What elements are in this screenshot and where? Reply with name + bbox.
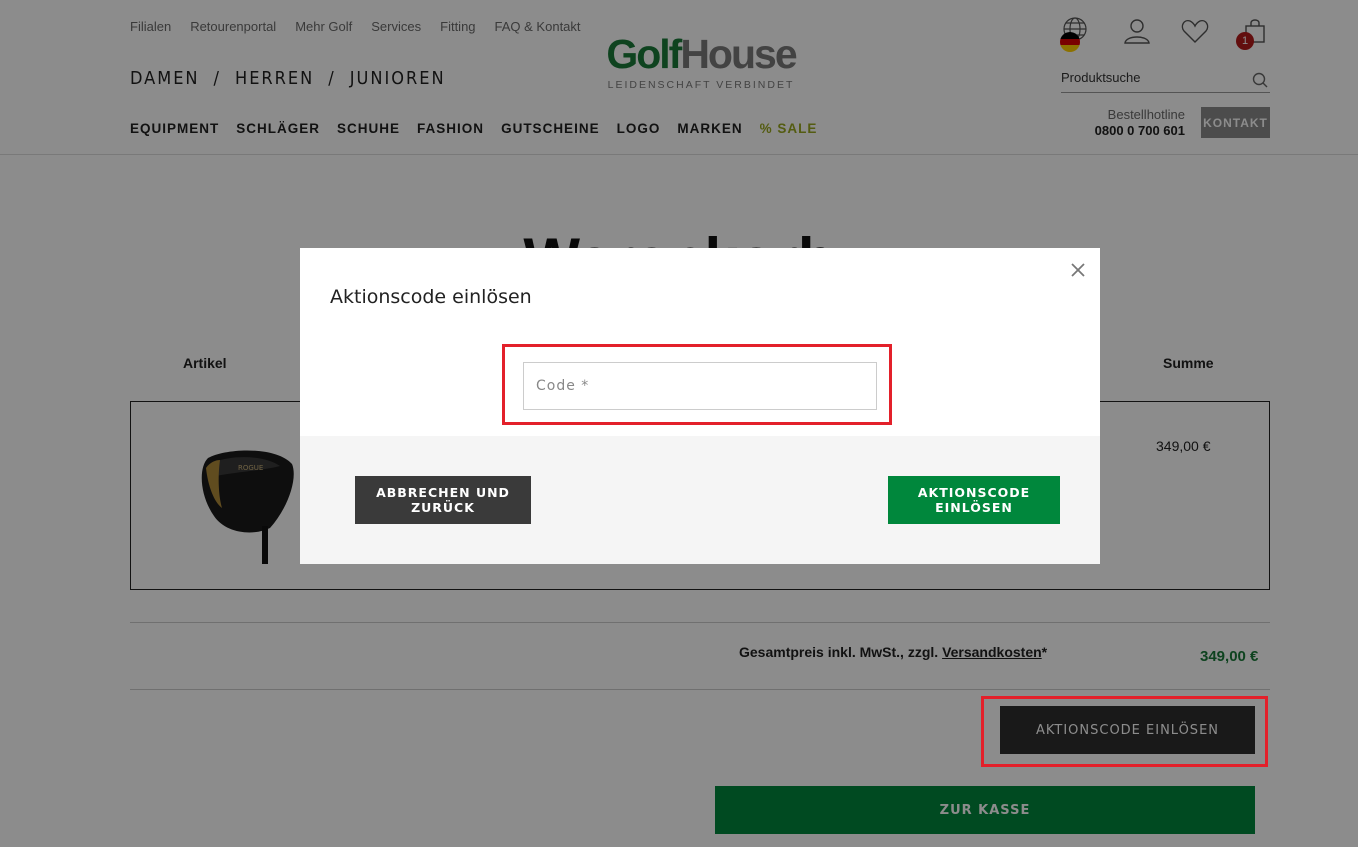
redeem-code-button[interactable]: AKTIONSCODE EINLÖSEN: [888, 476, 1060, 524]
promo-code-modal: Aktionscode einlösen ABBRECHEN UND ZURÜC…: [300, 248, 1100, 564]
highlight-code-input: [502, 344, 892, 425]
cancel-button[interactable]: ABBRECHEN UND ZURÜCK: [355, 476, 531, 524]
modal-title: Aktionscode einlösen: [330, 286, 532, 308]
highlight-promo-button: [981, 696, 1268, 767]
modal-footer: ABBRECHEN UND ZURÜCK AKTIONSCODE EINLÖSE…: [300, 436, 1100, 564]
close-icon[interactable]: [1068, 260, 1088, 280]
